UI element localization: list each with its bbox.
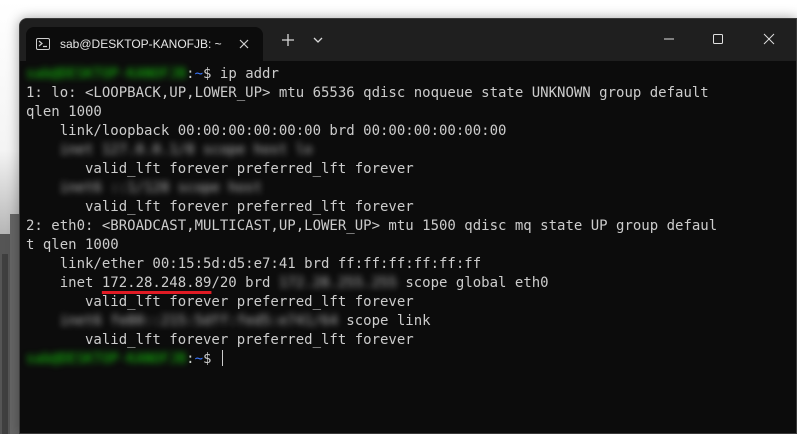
- minimize-icon[interactable]: [646, 19, 692, 59]
- lo-valid-line-1: valid_lft forever preferred_lft forever: [26, 161, 414, 177]
- command-prompt-line: sab@DESKTOP-KANOFJB:~$ ip addr: [26, 66, 279, 82]
- redacted-lo-inet6: inet6 ::1/128 scope host: [59, 180, 263, 196]
- lo-header-cont-line: qlen 1000: [26, 104, 102, 120]
- redacted-eth0-inet6: inet6 fe80::215:5dff:fed5:e741/64: [59, 313, 338, 329]
- ip-address: 172.28.248.89: [101, 275, 212, 291]
- terminal-tab[interactable]: sab@DESKTOP-KANOFJB: ~: [26, 27, 263, 61]
- terminal-window: sab@DESKTOP-KANOFJB: ~ sab@DESKTOP-KANOF…: [19, 18, 797, 434]
- terminal-icon: [36, 38, 50, 50]
- redacted-broadcast: 172.28.255.255: [278, 275, 397, 291]
- lo-link-line: link/loopback 00:00:00:00:00:00 brd 00:0…: [26, 123, 507, 139]
- text-cursor: [221, 350, 223, 366]
- inet6-scope: scope link: [337, 313, 431, 329]
- eth0-inet-line: inet 172.28.248.89/20 brd 172.28.255.255…: [26, 274, 796, 293]
- final-prompt-line[interactable]: sab@DESKTOP-KANOFJB:~$: [26, 350, 796, 369]
- close-icon[interactable]: [746, 19, 792, 59]
- inet-mask: /20 brd: [211, 275, 279, 291]
- eth0-header-cont-line: t qlen 1000: [26, 237, 119, 253]
- terminal-output[interactable]: sab@DESKTOP-KANOFJB:~$ ip addr 1: lo: <L…: [20, 61, 796, 433]
- inet-scope: scope global eth0: [396, 275, 549, 291]
- eth0-inet6-line: inet6 fe80::215:5dff:fed5:e741/64 scope …: [26, 312, 796, 331]
- inet-label: inet: [26, 275, 102, 291]
- prompt-path-2: ~: [194, 351, 204, 367]
- prompt-user: sab@DESKTOP-KANOFJB: [26, 66, 187, 82]
- prompt-user-2: sab@DESKTOP-KANOFJB: [26, 351, 187, 367]
- tab-close-icon[interactable]: [237, 37, 251, 51]
- lo-inet6-line: inet6 ::1/128 scope host: [26, 179, 796, 198]
- eth0-link-line: link/ether 00:15:5d:d5:e7:41 brd ff:ff:f…: [26, 256, 482, 272]
- plus-icon[interactable]: [278, 30, 298, 50]
- redacted-lo-inet: inet 127.0.0.1/8 scope host lo: [59, 142, 313, 158]
- tab-title: sab@DESKTOP-KANOFJB: ~: [60, 37, 222, 51]
- eth0-valid-line-1: valid_lft forever preferred_lft forever: [26, 294, 414, 310]
- chevron-down-icon[interactable]: [308, 30, 328, 50]
- eth0-header-line: 2: eth0: <BROADCAST,MULTICAST,UP,LOWER_U…: [26, 218, 718, 234]
- prompt-path: ~: [194, 66, 204, 82]
- prompt-symbol: $: [203, 66, 212, 82]
- command-text: ip addr: [219, 66, 279, 82]
- eth0-valid-line-2: valid_lft forever preferred_lft forever: [26, 332, 414, 348]
- prompt-symbol-2: $: [203, 351, 212, 367]
- maximize-icon[interactable]: [695, 19, 741, 59]
- lo-inet-line: inet 127.0.0.1/8 scope host lo: [26, 141, 796, 160]
- lo-header-line: 1: lo: <LOOPBACK,UP,LOWER_UP> mtu 65536 …: [26, 85, 709, 101]
- title-bar[interactable]: sab@DESKTOP-KANOFJB: ~: [20, 19, 796, 61]
- lo-valid-line-2: valid_lft forever preferred_lft forever: [26, 199, 414, 215]
